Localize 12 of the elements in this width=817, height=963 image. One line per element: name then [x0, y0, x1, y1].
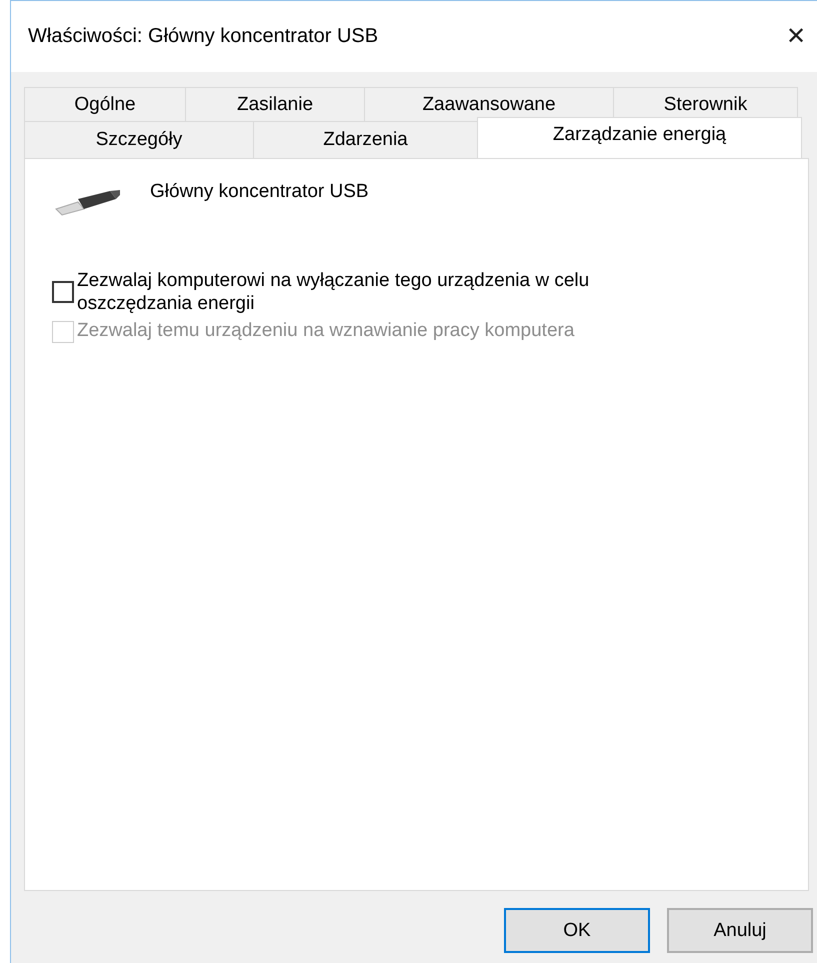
tab[interactable]: Zarządzanie energią: [477, 117, 802, 158]
usb-plug-icon: [54, 187, 122, 217]
dialog-button[interactable]: Anuluj: [667, 908, 813, 953]
dialog-button[interactable]: OK: [504, 908, 650, 953]
checkbox-label: Zezwalaj komputerowi na wyłączanie tego urządzenia w celu oszczędzania energii: [77, 269, 590, 315]
checkbox-label: Zezwalaj temu urządzeniu na wznawianie pracy komputera: [77, 319, 576, 342]
tab[interactable]: Ogólne: [24, 87, 186, 121]
window-title: Właściwości: Główny koncentrator USB: [28, 25, 378, 48]
tab[interactable]: Szczegóły: [24, 121, 254, 158]
close-icon[interactable]: ✕: [771, 22, 817, 51]
device-name: Główny koncentrator USB: [150, 181, 369, 203]
checkbox[interactable]: [52, 281, 74, 303]
